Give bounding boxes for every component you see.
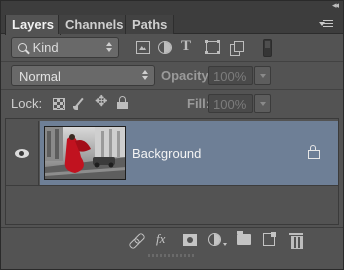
eye-visibility-icon[interactable] [15,149,29,158]
lock-image-pixels-brush-icon[interactable] [73,98,85,110]
thumbnail-image [45,127,125,179]
pixel-layer-filter-icon[interactable] [136,41,150,54]
divider [1,61,343,62]
add-layer-style-icon[interactable]: fx [156,231,165,246]
new-group-folder-icon[interactable] [237,231,251,245]
fill-dropdown-button[interactable] [254,94,271,113]
dropdown-triangle-icon [223,243,227,246]
layers-bottom-toolbar: fx [1,227,343,252]
opacity-field[interactable]: 100% [208,66,253,85]
lock-transparent-pixels-icon[interactable] [53,98,65,110]
opacity-label: Opacity: [161,68,214,83]
blend-mode-select[interactable]: Normal [11,65,155,86]
tab-channels[interactable]: Channels [58,15,131,34]
divider [6,185,338,186]
layers-list: Background [5,118,339,225]
lock-label: Lock: [11,96,43,111]
panel-tab-bar: Layers Channels Paths [1,11,343,35]
type-layer-filter-icon[interactable]: T [181,38,195,54]
filter-toggle-switch[interactable] [263,39,272,57]
lock-position-move-icon[interactable]: ✥ [95,94,108,109]
lock-all-icon[interactable] [117,96,128,109]
updown-arrows-icon [106,42,113,53]
shape-layer-filter-icon[interactable] [205,40,220,54]
lock-row: Lock: ✥ Fill: 100% [1,91,343,117]
panel-bottom-strip [1,252,343,269]
tab-paths[interactable]: Paths [125,15,175,34]
link-layers-icon[interactable] [129,233,145,248]
panel-menu-icon[interactable] [319,19,333,29]
opacity-dropdown-button[interactable] [254,66,271,85]
search-icon [18,43,27,52]
panel-titlebar: ◂◂ [1,0,343,11]
collapse-panel-icon[interactable]: ◂◂ [332,0,339,11]
layer-row-body[interactable]: Background [40,121,338,185]
adjustment-layer-filter-icon[interactable] [158,41,172,54]
fill-field[interactable]: 100% [208,94,253,113]
new-layer-icon[interactable] [263,232,276,246]
layer-thumbnail[interactable] [44,126,126,180]
layer-row[interactable]: Background [6,121,338,185]
resize-grip[interactable] [148,254,194,257]
filter-kind-label: Kind [32,40,59,55]
layers-panel: ◂◂ Layers Channels Paths Kind T Normal O… [0,0,344,270]
filter-row: Kind T [1,35,343,61]
blend-mode-value: Normal [19,69,61,84]
visibility-cell[interactable] [6,121,39,185]
new-adjustment-layer-icon[interactable] [208,233,221,246]
updown-arrows-icon [142,70,149,81]
blend-row: Normal Opacity: 100% [1,63,343,89]
divider [1,89,343,90]
tab-layers[interactable]: Layers [5,15,61,35]
smart-object-filter-icon[interactable] [230,41,244,56]
delete-layer-trash-icon[interactable] [289,233,303,249]
fill-label: Fill: [187,96,211,111]
layer-lock-icon [308,145,320,159]
add-layer-mask-icon[interactable] [183,234,197,246]
layer-name[interactable]: Background [132,146,201,161]
filter-kind-select[interactable]: Kind [11,37,119,58]
